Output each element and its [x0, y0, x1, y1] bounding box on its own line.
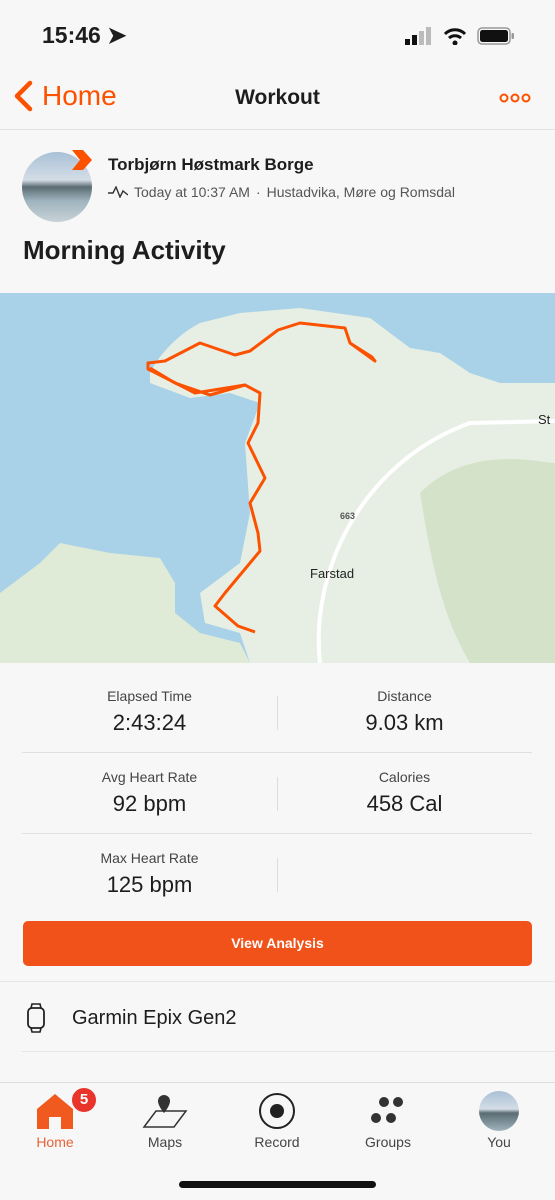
- status-icons: [405, 27, 515, 45]
- home-icon: [37, 1094, 73, 1129]
- status-bar: 15:46 ➤: [0, 0, 555, 70]
- ellipsis-icon[interactable]: [499, 84, 531, 110]
- stat-value: 92 bpm: [112, 791, 187, 816]
- tab-label: Record: [254, 1134, 300, 1150]
- activity-title: Morning Activity: [23, 235, 226, 265]
- tab-label: Groups: [365, 1134, 411, 1150]
- activity-pulse-icon: [108, 186, 128, 198]
- signal-icon: [405, 27, 431, 45]
- watch-icon: [27, 1003, 45, 1033]
- stats-row: Avg Heart Rate 92 bpm Calories 458 Cal: [22, 753, 532, 834]
- wifi-icon: [443, 28, 467, 45]
- stat-value: 125 bpm: [106, 872, 193, 897]
- stat-cell: Elapsed Time 2:43:24: [22, 672, 277, 752]
- route-map[interactable]: 663 Farstad St: [0, 293, 555, 663]
- tab-label: Maps: [147, 1134, 183, 1150]
- tab-you[interactable]: You: [454, 1088, 544, 1150]
- stat-value: 2:43:24: [112, 710, 187, 735]
- location-arrow-icon: ➤: [107, 22, 127, 48]
- stat-cell: [277, 834, 532, 915]
- tab-record[interactable]: Record: [232, 1088, 322, 1150]
- battery-icon: [477, 27, 514, 45]
- stat-label: Calories: [378, 769, 431, 785]
- town-label: Farstad: [310, 566, 354, 581]
- map-pin-icon: [142, 1095, 188, 1128]
- divider: [22, 1051, 555, 1052]
- record-icon: [259, 1093, 295, 1129]
- status-time: 15:46 ➤: [42, 22, 127, 48]
- tab-home[interactable]: 5 Home: [10, 1086, 100, 1150]
- device-row: Garmin Epix Gen2: [26, 1003, 237, 1033]
- stat-value: 458 Cal: [366, 791, 443, 816]
- stat-label: Distance: [377, 688, 432, 704]
- view-analysis-button[interactable]: View Analysis: [23, 921, 532, 966]
- tab-label: You: [487, 1134, 511, 1150]
- road-label: 663: [340, 511, 355, 521]
- tab-maps[interactable]: Maps: [120, 1088, 210, 1150]
- tab-groups[interactable]: Groups: [343, 1088, 433, 1150]
- stat-cell: Distance 9.03 km: [277, 672, 532, 752]
- stat-label: Max Heart Rate: [100, 850, 199, 866]
- athlete-name[interactable]: Torbjørn Høstmark Borge: [108, 155, 314, 175]
- stat-cell: Calories 458 Cal: [277, 753, 532, 833]
- device-name: Garmin Epix Gen2: [72, 1006, 237, 1029]
- tab-label: Home: [36, 1134, 74, 1150]
- page-title: Workout: [235, 86, 320, 109]
- stat-label: Avg Heart Rate: [101, 769, 198, 785]
- activity-meta: Today at 10:37 AM · Hustadvika, Møre og …: [108, 184, 455, 200]
- notification-badge: 5: [70, 1086, 98, 1114]
- stat-cell: Avg Heart Rate 92 bpm: [22, 753, 277, 833]
- stat-label: Elapsed Time: [107, 688, 192, 704]
- stats-row: Elapsed Time 2:43:24 Distance 9.03 km: [22, 672, 532, 753]
- groups-icon: [371, 1097, 403, 1123]
- stats-grid: Elapsed Time 2:43:24 Distance 9.03 km Avg He…: [22, 672, 532, 915]
- stat-cell: Max Heart Rate 125 bpm: [22, 834, 277, 915]
- edge-town-label: St: [538, 412, 551, 427]
- stat-value: 9.03 km: [365, 710, 444, 735]
- nav-bar: Home Workout: [0, 70, 555, 130]
- profile-avatar: [479, 1091, 519, 1131]
- stats-row: Max Heart Rate 125 bpm: [22, 834, 532, 915]
- divider: [0, 981, 555, 982]
- home-indicator: [179, 1181, 376, 1188]
